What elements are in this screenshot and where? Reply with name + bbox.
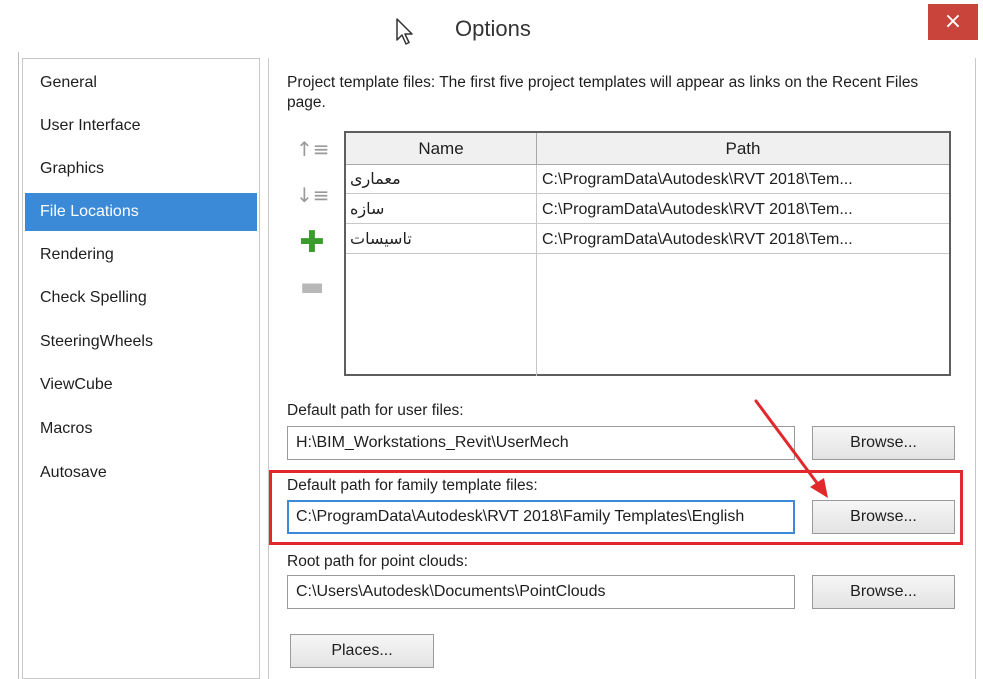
sidebar-item-graphics[interactable]: Graphics [25,150,257,188]
column-header-name[interactable]: Name [346,133,537,165]
places-button[interactable]: Places... [290,634,434,668]
template-name: معماری [350,171,401,188]
title-bar: Options × [0,0,983,52]
point-clouds-browse-button[interactable]: Browse... [812,575,955,609]
sidebar-item-general[interactable]: General [25,64,257,102]
template-path: C:\ProgramData\Autodesk\RVT 2018\Tem... [542,171,853,188]
point-clouds-label: Root path for point clouds: [287,553,468,570]
sidebar-item-check-spelling[interactable]: Check Spelling [25,279,257,317]
table-row[interactable]: معماری C:\ProgramData\Autodesk\RVT 2018\… [346,165,949,194]
project-templates-table: Name Path معماری C:\ProgramData\Autodesk… [344,131,951,376]
table-row[interactable]: سازه C:\ProgramData\Autodesk\RVT 2018\Te… [346,195,949,224]
template-name: سازه [350,201,385,218]
sidebar-item-viewcube[interactable]: ViewCube [25,366,257,404]
add-icon[interactable]: ✚ [296,228,328,258]
remove-icon[interactable]: ▬ [296,272,328,302]
sidebar-item-macros[interactable]: Macros [25,410,257,448]
sidebar-item-rendering[interactable]: Rendering [25,236,257,274]
sidebar-item-file-locations[interactable]: File Locations [25,193,257,231]
close-button[interactable]: × [928,4,978,40]
template-path: C:\ProgramData\Autodesk\RVT 2018\Tem... [542,231,853,248]
dialog-title: Options [455,16,531,41]
annotation-arrow-icon [754,399,828,498]
table-row[interactable]: تاسیسات C:\ProgramData\Autodesk\RVT 2018… [346,225,949,254]
column-header-path[interactable]: Path [537,133,949,165]
sidebar-item-steeringwheels[interactable]: SteeringWheels [25,323,257,361]
sidebar-item-autosave[interactable]: Autosave [25,454,257,492]
user-files-label: Default path for user files: [287,402,464,419]
template-path: C:\ProgramData\Autodesk\RVT 2018\Tem... [542,201,853,218]
mouse-cursor-icon [396,18,413,45]
move-up-icon[interactable]: ↑≡ [296,134,330,164]
sidebar-item-user-interface[interactable]: User Interface [25,107,257,145]
sidebar: General User Interface Graphics File Loc… [22,58,260,679]
template-name: تاسیسات [350,231,412,248]
project-templates-description: Project template files: The first five p… [287,74,919,111]
highlight-box [269,470,963,545]
user-files-path-input[interactable]: H:\BIM_Workstations_Revit\UserMech [287,426,795,460]
move-down-icon[interactable]: ↓≡ [296,180,330,210]
point-clouds-path-input[interactable]: C:\Users\Autodesk\Documents\PointClouds [287,575,795,609]
